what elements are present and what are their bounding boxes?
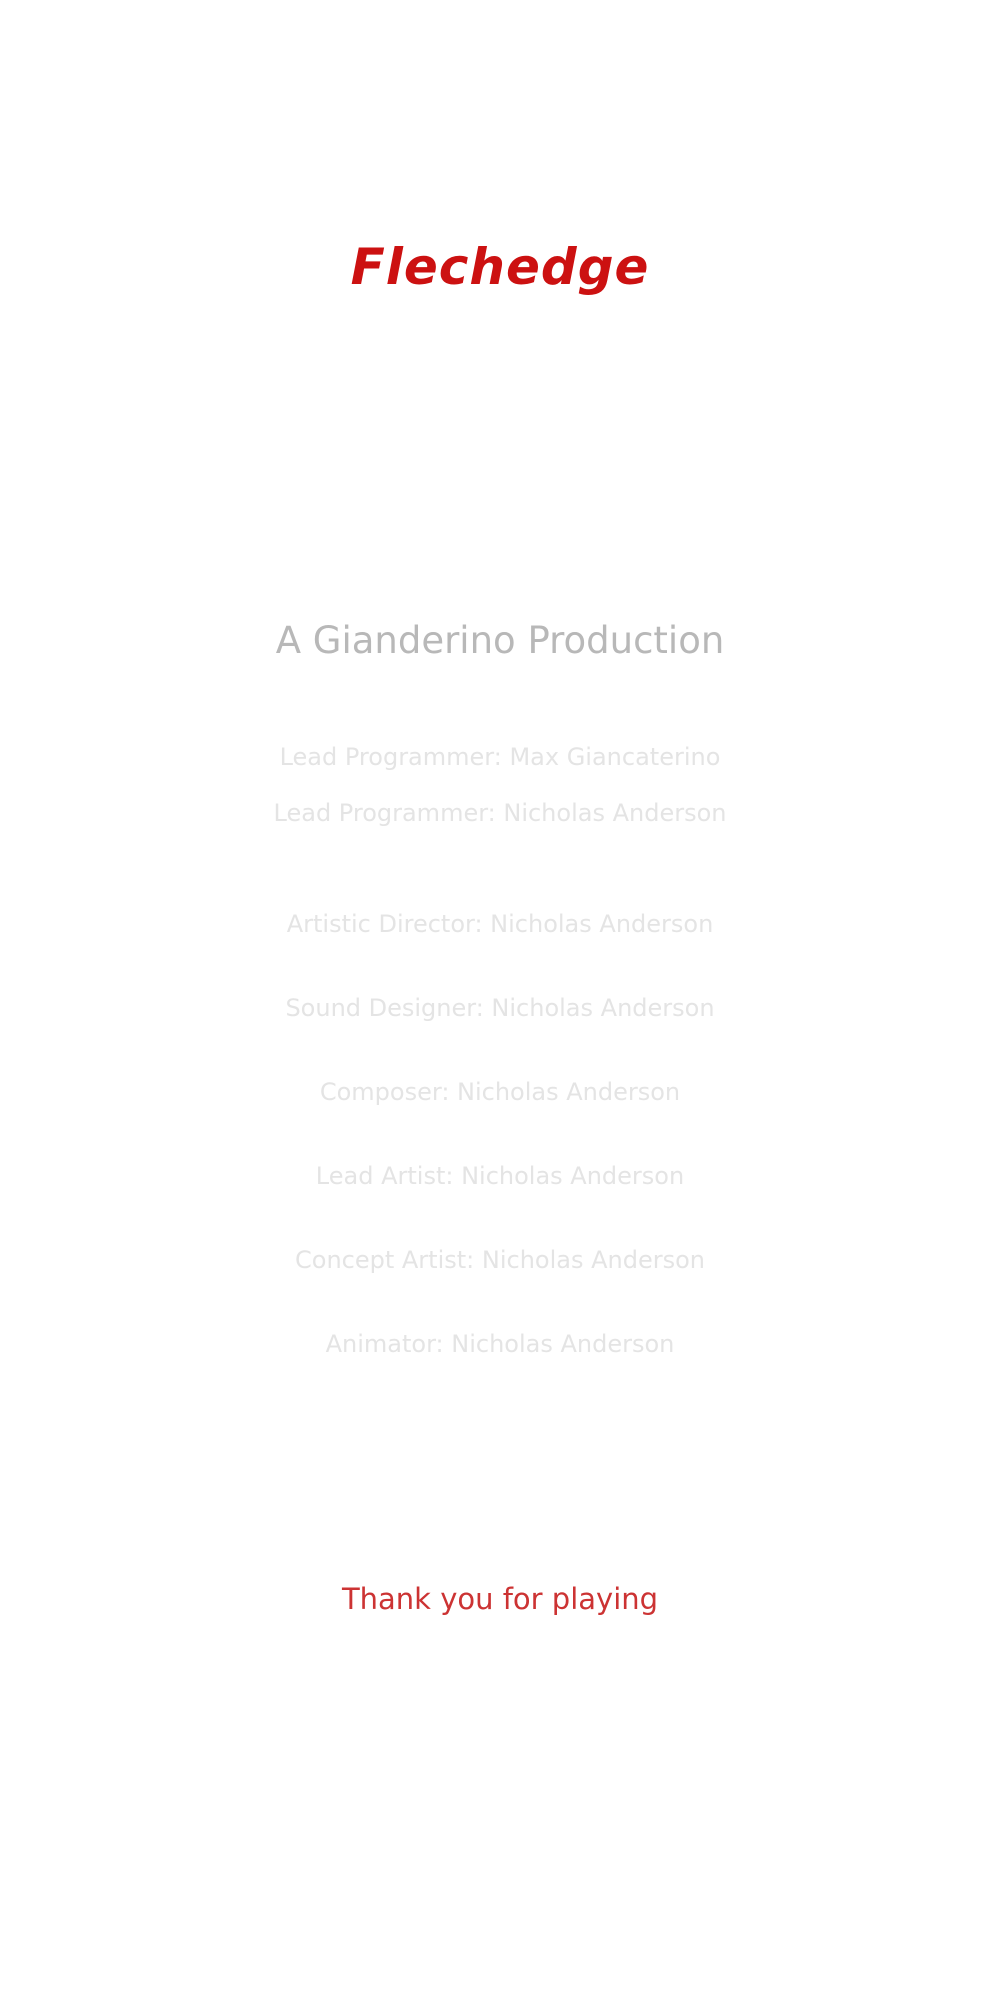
credits-screen: Flechedge A Gianderino Production Lead P… [0, 0, 1000, 2000]
credit-composer: Composer: Nicholas Anderson [319, 1078, 681, 1106]
credit-artistic-director: Artistic Director: Nicholas Anderson [286, 910, 714, 938]
credit-lead-programmer-1: Lead Programmer: Max Giancaterino [279, 743, 721, 771]
credit-sound-designer: Sound Designer: Nicholas Anderson [285, 994, 715, 1022]
credit-animator: Animator: Nicholas Anderson [325, 1330, 675, 1358]
studio-credit: A Gianderino Production [275, 619, 725, 662]
credit-concept-artist: Concept Artist: Nicholas Anderson [295, 1246, 705, 1274]
thank-you-message: Thank you for playing [341, 1582, 659, 1616]
credit-lead-artist: Lead Artist: Nicholas Anderson [315, 1162, 685, 1190]
game-title: Flechedge [350, 238, 650, 296]
credit-lead-programmer-2: Lead Programmer: Nicholas Anderson [273, 799, 727, 827]
